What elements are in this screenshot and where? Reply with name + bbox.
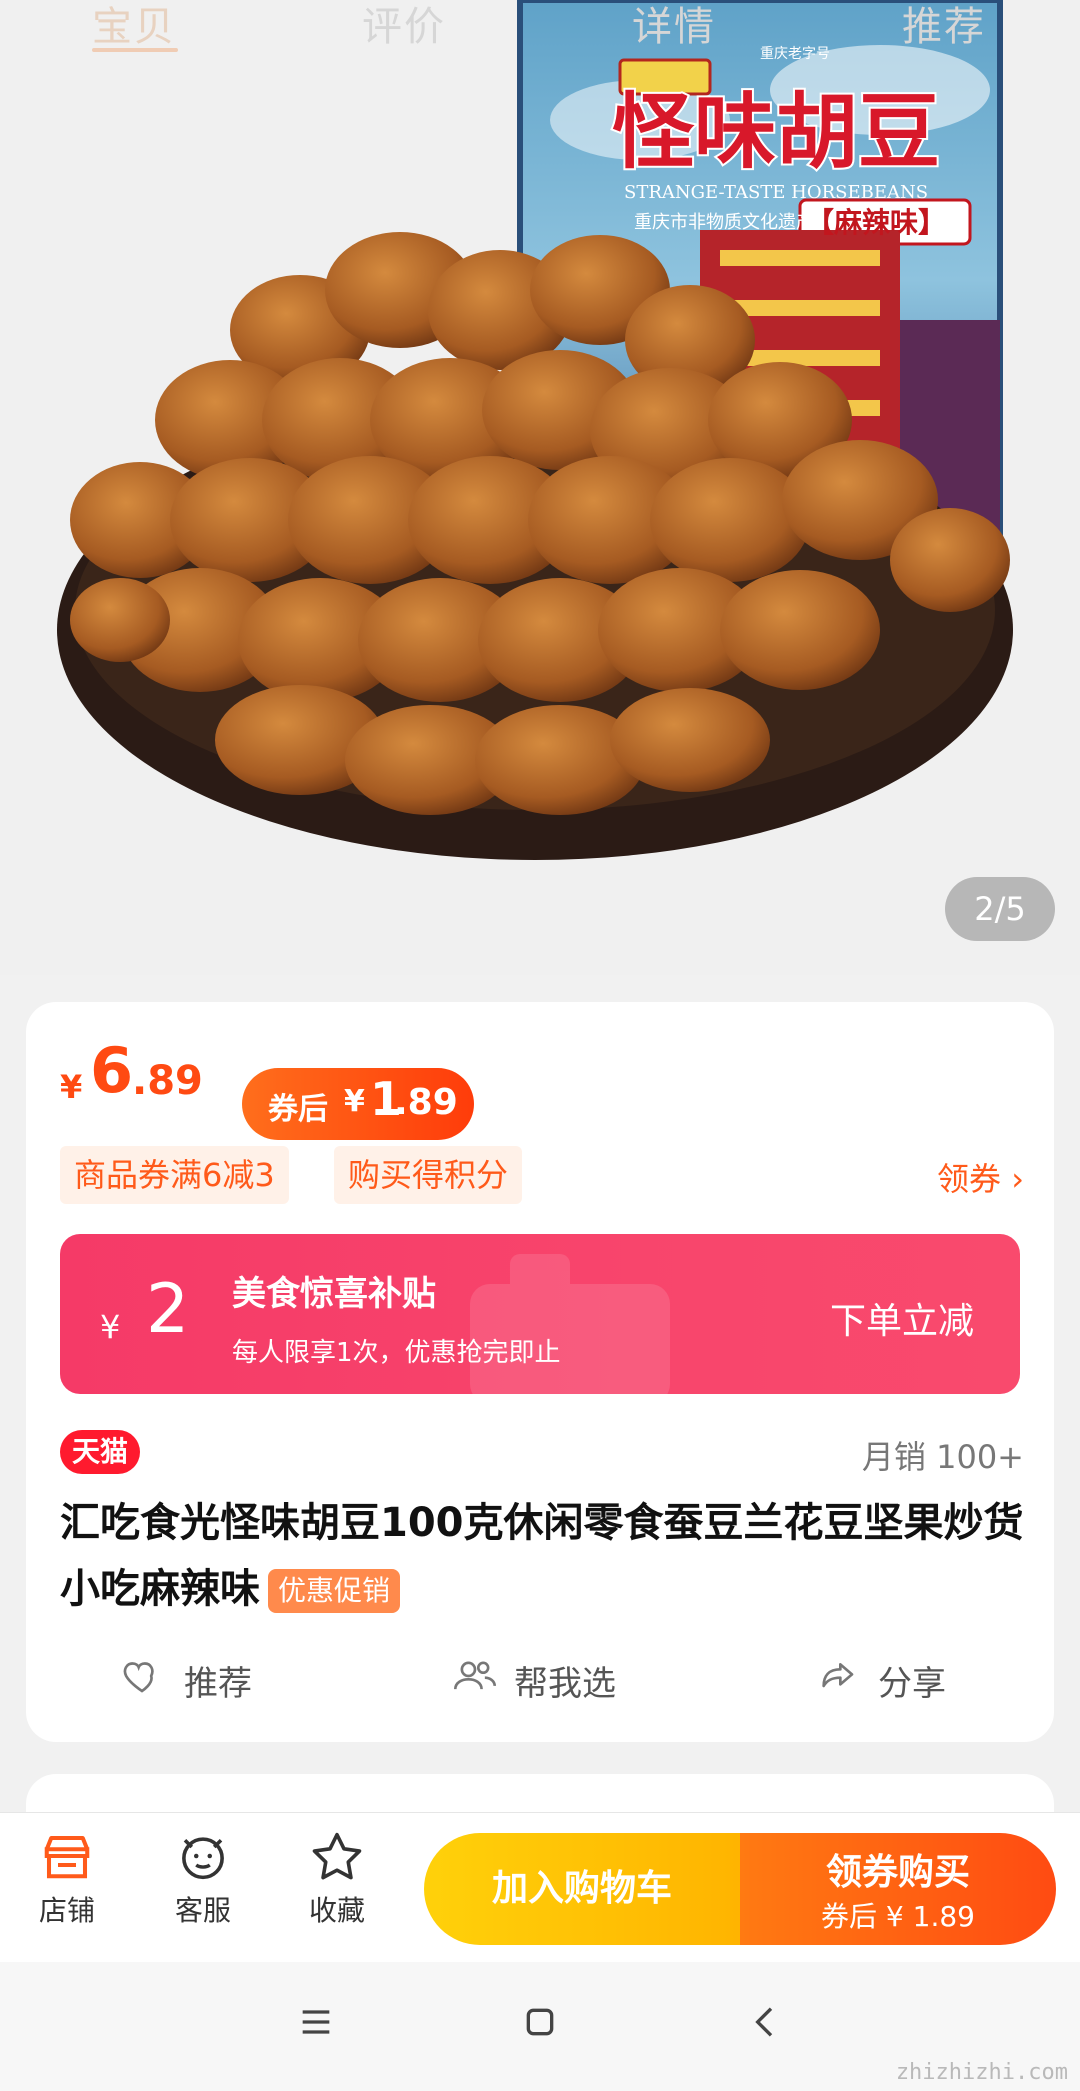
star-icon bbox=[312, 1832, 362, 1880]
tab-reviews[interactable]: 评价 bbox=[362, 0, 446, 52]
system-navigation-bar: zhizhizhi.com bbox=[0, 1962, 1080, 2091]
customer-service-button[interactable]: 客服 bbox=[148, 1831, 258, 1961]
share-icon bbox=[822, 1663, 854, 1688]
product-info-card: ¥ 6 .89 券后 ¥ 1 .89 商品券满6减3 购买得积分 领券 › ¥ … bbox=[26, 1002, 1054, 1742]
watermark: zhizhizhi.com bbox=[895, 2060, 1068, 2085]
subsidy-action[interactable]: 下单立减 bbox=[830, 1292, 974, 1344]
product-gallery[interactable]: 重庆老字号 怪味胡豆 STRANGE-TASTE HORSEBEANS 重庆市非… bbox=[0, 0, 1080, 975]
price-integer: 6 bbox=[90, 1034, 134, 1107]
promo-badge[interactable]: 优惠促销 bbox=[268, 1569, 401, 1613]
bottom-action-bar: 店铺 客服 收藏 加入购物车 领券购买 券后 ¥ 1.89 bbox=[0, 1812, 1080, 1963]
help-me-choose-label: 帮我选 bbox=[514, 1664, 616, 1704]
top-tabs: 宝贝 评价 详情 推荐 bbox=[0, 0, 1080, 60]
store-button[interactable]: 店铺 bbox=[12, 1831, 122, 1961]
get-coupon-link[interactable]: 领券 › bbox=[937, 1154, 1024, 1200]
recommend-label: 推荐 bbox=[184, 1664, 252, 1704]
subsidy-title: 美食惊喜补贴 bbox=[232, 1274, 436, 1314]
store-icon bbox=[44, 1835, 90, 1879]
after-coupon-currency: ¥ bbox=[344, 1084, 365, 1119]
after-coupon-pill: 券后 ¥ 1 .89 bbox=[242, 1068, 474, 1140]
subsidy-currency: ¥ bbox=[100, 1308, 121, 1346]
heart-icon bbox=[123, 1662, 154, 1693]
add-to-cart-button[interactable]: 加入购物车 bbox=[424, 1833, 740, 1945]
product-title: 汇吃食光怪味胡豆100克休闲零食蚕豆兰花豆坚果炒货小吃麻辣味 优惠促销 bbox=[60, 1490, 1040, 1622]
tab-details[interactable]: 详情 bbox=[632, 0, 716, 52]
tab-underline bbox=[92, 48, 178, 52]
back-icon[interactable] bbox=[746, 2002, 786, 2042]
buy-subtitle: 券后 ¥ 1.89 bbox=[821, 1900, 975, 1933]
svg-text:STRANGE-TASTE HORSEBEANS: STRANGE-TASTE HORSEBEANS bbox=[624, 182, 928, 203]
service-icon bbox=[182, 1837, 224, 1880]
favorite-label: 收藏 bbox=[308, 1894, 365, 1927]
gallery-counter: 2/5 bbox=[945, 877, 1055, 941]
buy-title: 领券购买 bbox=[825, 1852, 970, 1893]
price-decimal: .89 bbox=[132, 1058, 203, 1104]
after-coupon-decimal: .89 bbox=[394, 1082, 458, 1123]
monthly-sales: 月销 100+ bbox=[861, 1438, 1024, 1476]
tab-baby[interactable]: 宝贝 bbox=[92, 0, 176, 52]
action-row: 推荐 帮我选 分享 bbox=[26, 1642, 1054, 1712]
svg-text:怪味胡豆: 怪味胡豆 bbox=[612, 85, 940, 180]
coupon-tag[interactable]: 商品券满6减3 bbox=[60, 1146, 289, 1204]
tab-recommend[interactable]: 推荐 bbox=[902, 0, 986, 52]
home-icon[interactable] bbox=[520, 2002, 560, 2042]
points-tag[interactable]: 购买得积分 bbox=[334, 1146, 523, 1204]
subsidy-watermark-icon bbox=[470, 1254, 670, 1394]
subsidy-amount: 2 bbox=[146, 1270, 190, 1349]
price-currency: ¥ bbox=[60, 1068, 83, 1106]
subsidy-banner[interactable]: ¥ 2 美食惊喜补贴 每人限享1次，优惠抢完即止 下单立减 bbox=[60, 1234, 1020, 1394]
subsidy-desc: 每人限享1次，优惠抢完即止 bbox=[232, 1338, 561, 1368]
svg-text:【麻辣味】: 【麻辣味】 bbox=[806, 206, 946, 239]
product-title-text: 汇吃食光怪味胡豆100克休闲零食蚕豆兰花豆坚果炒货小吃麻辣味 bbox=[60, 1500, 1024, 1612]
service-label: 客服 bbox=[174, 1894, 231, 1927]
after-coupon-label: 券后 bbox=[268, 1092, 328, 1127]
store-label: 店铺 bbox=[38, 1894, 95, 1927]
svg-text:重庆市非物质文化遗产: 重庆市非物质文化遗产 bbox=[634, 212, 814, 233]
buy-with-coupon-button[interactable]: 领券购买 券后 ¥ 1.89 bbox=[740, 1833, 1056, 1945]
share-label: 分享 bbox=[878, 1664, 946, 1704]
users-icon bbox=[453, 1661, 497, 1690]
menu-icon[interactable] bbox=[296, 2002, 336, 2042]
product-image: 重庆老字号 怪味胡豆 STRANGE-TASTE HORSEBEANS 重庆市非… bbox=[57, 0, 1013, 860]
tmall-badge: 天猫 bbox=[60, 1430, 141, 1474]
favorite-button[interactable]: 收藏 bbox=[282, 1831, 392, 1961]
